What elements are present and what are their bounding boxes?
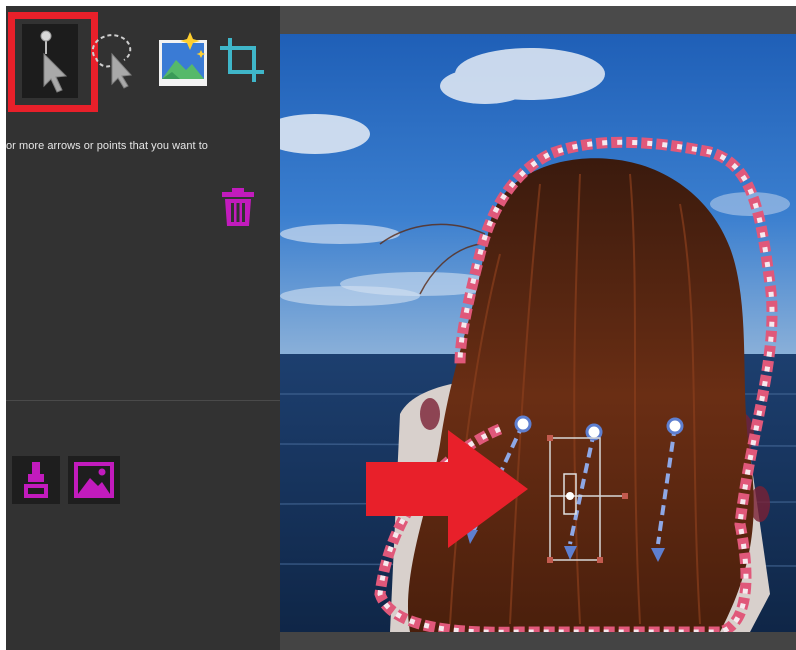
panel-divider bbox=[6, 400, 280, 401]
delete-button[interactable] bbox=[220, 186, 256, 228]
image-icon bbox=[74, 462, 114, 498]
canvas-top-bar bbox=[280, 6, 796, 34]
app-window: or more arrows or points that you want t… bbox=[0, 0, 796, 650]
image-sparkle-icon bbox=[159, 32, 207, 86]
brush-icon bbox=[24, 462, 48, 498]
trash-icon bbox=[222, 188, 254, 226]
brush-option-button[interactable] bbox=[12, 456, 60, 504]
lasso-arrow-icon bbox=[91, 34, 133, 89]
photo-preview[interactable] bbox=[280, 34, 796, 632]
crop-icon bbox=[220, 38, 264, 82]
canvas-bottom-bar bbox=[280, 632, 796, 650]
instruction-text: or more arrows or points that you want t… bbox=[6, 140, 208, 152]
image-option-button[interactable] bbox=[68, 456, 120, 504]
crop-tool-button[interactable] bbox=[218, 36, 266, 84]
photo-tool-button[interactable] bbox=[156, 30, 212, 90]
red-arrow-callout bbox=[366, 430, 528, 548]
lasso-tool-button[interactable] bbox=[84, 28, 140, 92]
